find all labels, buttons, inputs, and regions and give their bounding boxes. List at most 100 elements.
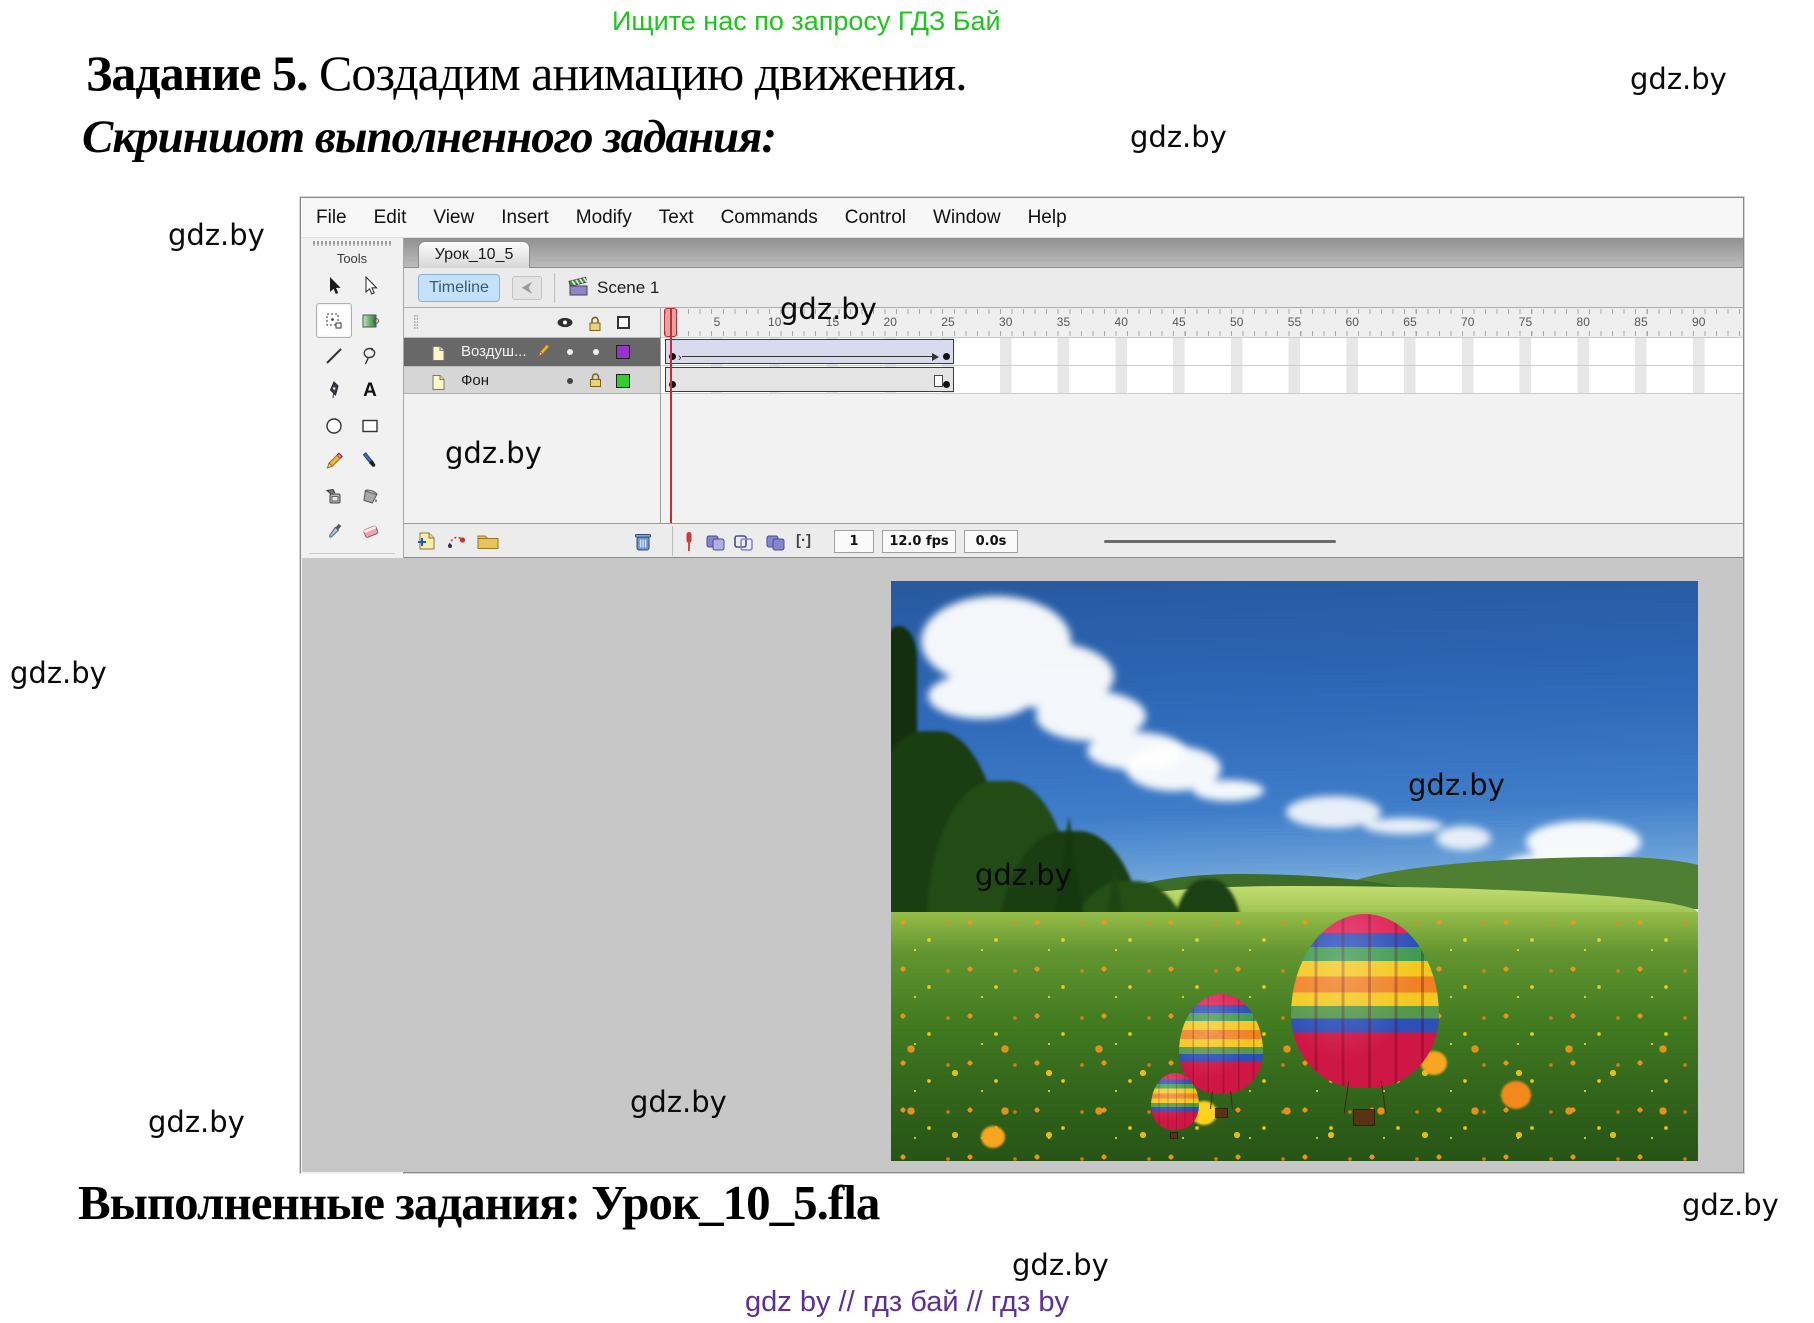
gdz-watermark: gdz.by: [168, 218, 265, 252]
balloon-basket: [1215, 1108, 1228, 1118]
oval-tool-button[interactable]: [316, 408, 352, 443]
timeline-toggle-button[interactable]: Timeline: [418, 274, 500, 302]
menu-bar: File Edit View Insert Modify Text Commands Cont…: [301, 198, 1743, 238]
gdz-watermark: gdz.by: [1408, 768, 1505, 802]
static-frames-span[interactable]: [665, 367, 954, 392]
menu-item-help[interactable]: Help: [1028, 207, 1067, 229]
gdz-watermark: gdz.by: [1682, 1188, 1779, 1222]
eraser-icon: [360, 521, 380, 541]
pencil-tool-button[interactable]: [316, 443, 352, 478]
show-layers-as-outlines-button[interactable]: [616, 315, 631, 330]
menu-item-insert[interactable]: Insert: [501, 207, 549, 229]
menu-item-edit[interactable]: Edit: [374, 207, 407, 229]
lasso-tool-button[interactable]: [352, 338, 388, 373]
motion-tween-span[interactable]: ›: [665, 339, 954, 364]
layer-editing-pencil-icon: [535, 343, 551, 359]
subselection-tool-button[interactable]: [352, 268, 388, 303]
layer-locked-icon[interactable]: [588, 372, 603, 388]
layer-row-balloon[interactable]: Воздуш...: [404, 338, 660, 366]
paint-bucket-tool-button[interactable]: [352, 478, 388, 513]
orange-flower: [1501, 1081, 1531, 1109]
ruler-frame-number: 70: [1461, 315, 1474, 329]
free-transform-icon: [324, 311, 344, 331]
layer-page-icon: [430, 374, 447, 391]
paint-bucket-icon: [360, 486, 380, 506]
menu-item-text[interactable]: Text: [659, 207, 694, 229]
panel-grip[interactable]: [313, 241, 391, 246]
ruler-frame-number: 5: [714, 315, 721, 329]
onion-skin-button[interactable]: [704, 530, 728, 554]
delete-layer-button[interactable]: [632, 530, 654, 554]
timeline-layers-panel: Воздуш... Фон: [404, 308, 661, 523]
site-banner: Ищите нас по запросу ГДЗ Бай: [612, 6, 1001, 37]
layer-name: Воздуш...: [461, 343, 527, 360]
ink-bottle-tool-button[interactable]: [316, 478, 352, 513]
selection-tool-button[interactable]: [316, 268, 352, 303]
insert-layer-button[interactable]: [416, 530, 438, 552]
completed-files-heading: Выполненные задания: Урок_10_5.fla: [78, 1174, 879, 1231]
add-motion-guide-button[interactable]: [446, 530, 468, 552]
layer-row-background[interactable]: Фон: [404, 366, 660, 394]
subselection-arrow-icon: [360, 276, 380, 296]
edit-multiple-frames-button[interactable]: [764, 530, 788, 554]
gdz-watermark: gdz.by: [780, 292, 877, 326]
layer-lock-dot[interactable]: [593, 349, 599, 355]
menu-item-control[interactable]: Control: [845, 207, 906, 229]
empty-timeline-area: [661, 394, 1743, 523]
insert-layer-folder-button[interactable]: [476, 530, 500, 552]
scene-breadcrumb[interactable]: Scene 1: [597, 278, 659, 298]
layer-visibility-dot[interactable]: [567, 349, 573, 355]
layer-name: Фон: [461, 372, 489, 389]
timeline-scrollbar[interactable]: [1104, 540, 1336, 543]
gdz-watermark: gdz.by: [1630, 62, 1727, 96]
rectangle-icon: [360, 416, 380, 436]
modify-onion-markers-button[interactable]: [·]: [796, 532, 811, 549]
ink-bottle-icon: [324, 486, 344, 506]
timeline-frames-area: 51015202530354045505560657075808590 ›: [661, 308, 1743, 523]
frames-row-balloon[interactable]: ›: [661, 338, 1743, 366]
elapsed-time-indicator: 0.0s: [964, 530, 1018, 553]
lock-unlock-all-layers-button[interactable]: [587, 315, 603, 332]
layer-page-icon: [430, 345, 447, 362]
layer-visibility-dot[interactable]: [567, 378, 573, 384]
footer-links: gdz by // гдз бай // гдз by: [0, 1286, 1814, 1319]
page-title: Задание 5. Создадим анимацию движения.: [86, 44, 967, 102]
gdz-watermark: gdz.by: [148, 1105, 245, 1139]
line-icon: [324, 346, 344, 366]
ruler-frame-number: 40: [1115, 315, 1128, 329]
layers-header: [404, 308, 660, 338]
line-tool-button[interactable]: [316, 338, 352, 373]
back-button[interactable]: ⮜: [512, 276, 542, 300]
pen-tool-button[interactable]: [316, 373, 352, 408]
show-hide-all-layers-button[interactable]: [556, 315, 574, 330]
document-tab[interactable]: Урок_10_5: [418, 241, 530, 268]
gdz-watermark: gdz.by: [10, 656, 107, 690]
timeline-status-bar: [·] 1 12.0 fps 0.0s: [404, 523, 1743, 558]
end-keyframe-dot: [943, 353, 950, 360]
center-frame-button[interactable]: [680, 530, 698, 554]
orange-flower: [981, 1126, 1005, 1148]
gradient-transform-tool-button[interactable]: [352, 303, 388, 338]
pen-icon: [324, 381, 344, 401]
free-transform-tool-button[interactable]: [316, 303, 352, 338]
brush-tool-button[interactable]: [352, 443, 388, 478]
pencil-icon: [324, 451, 344, 471]
eraser-tool-button[interactable]: [352, 513, 388, 548]
menu-item-file[interactable]: File: [316, 207, 347, 229]
gdz-watermark: gdz.by: [1012, 1248, 1109, 1282]
task-number: Задание 5.: [86, 45, 308, 101]
menu-item-modify[interactable]: Modify: [576, 207, 632, 229]
frames-row-background[interactable]: [661, 366, 1743, 394]
menu-item-commands[interactable]: Commands: [721, 207, 818, 229]
hot-air-balloon-small: [1151, 1073, 1199, 1130]
layer-2-color-swatch[interactable]: [616, 374, 630, 388]
menu-item-view[interactable]: View: [433, 207, 474, 229]
eyedropper-tool-button[interactable]: [316, 513, 352, 548]
menu-item-window[interactable]: Window: [933, 207, 1001, 229]
layer-1-color-swatch[interactable]: [616, 345, 630, 359]
frame-rate-indicator[interactable]: 12.0 fps: [882, 530, 956, 553]
onion-skin-outlines-button[interactable]: [732, 530, 756, 554]
rectangle-tool-button[interactable]: [352, 408, 388, 443]
ruler-frame-number: 75: [1519, 315, 1532, 329]
text-tool-button[interactable]: A: [352, 373, 388, 408]
